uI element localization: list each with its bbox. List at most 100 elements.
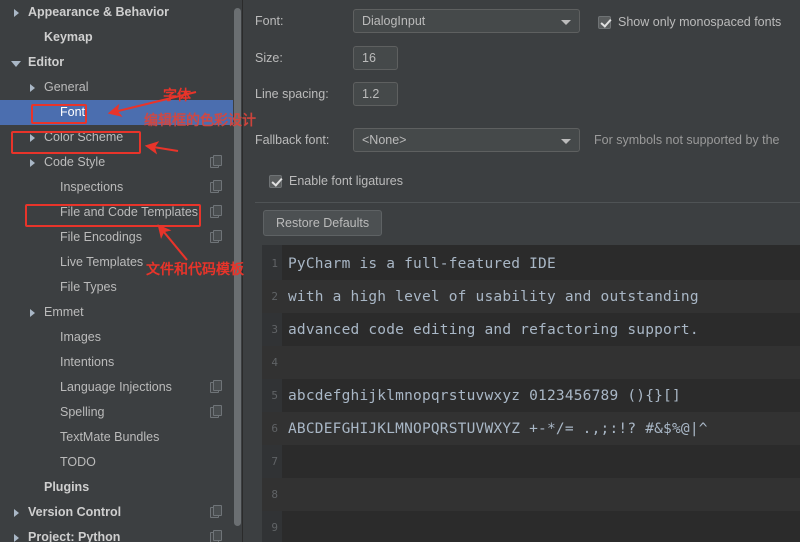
twisty-collapsed[interactable]	[24, 308, 40, 317]
editor-code-line: 1 PyCharm is a full-featured IDE	[262, 247, 800, 280]
chevron-down-icon	[561, 139, 571, 144]
editor-code-line: 7	[262, 445, 800, 478]
fallback-font-combobox-value: <None>	[362, 133, 407, 147]
sidebar-item-label: Version Control	[28, 505, 122, 519]
size-input[interactable]: 16	[353, 46, 398, 70]
sidebar-item-label: Images	[60, 330, 101, 344]
sidebar-item-language-injections[interactable]: Language Injections	[0, 375, 233, 400]
sidebar-item-color-scheme[interactable]: Color Scheme	[0, 125, 233, 150]
show-monospaced-checkbox[interactable]: Show only monospaced fonts	[598, 15, 781, 29]
line-number: 7	[271, 455, 278, 468]
line-number: 3	[271, 323, 278, 336]
chevron-right-icon[interactable]	[29, 308, 35, 317]
sidebar-item-label: Code Style	[44, 155, 106, 169]
sidebar-item-intentions[interactable]: Intentions	[0, 350, 233, 375]
sidebar-item-label: General	[44, 80, 89, 94]
chevron-right-icon[interactable]	[29, 133, 35, 142]
copy-settings-icon[interactable]	[210, 205, 223, 219]
chevron-right-icon[interactable]	[13, 8, 19, 17]
sidebar-item-label: Live Templates	[60, 255, 144, 269]
restore-defaults-button[interactable]: Restore Defaults	[263, 210, 383, 236]
twisty-collapsed[interactable]	[24, 158, 40, 167]
copy-settings-icon[interactable]	[210, 380, 223, 394]
twisty-expanded[interactable]	[8, 60, 24, 67]
line-spacing-input-value: 1.2	[362, 87, 380, 101]
line-spacing-input[interactable]: 1.2	[353, 82, 398, 106]
editor-code-line: 8	[262, 478, 800, 511]
copy-settings-icon[interactable]	[210, 155, 223, 169]
chevron-down-icon[interactable]	[11, 60, 21, 67]
sidebar-item-font[interactable]: Font	[0, 100, 233, 125]
line-text: abcdefghijklmnopqrstuvwxyz 0123456789 ()…	[288, 387, 681, 404]
sidebar-item-label: TextMate Bundles	[60, 430, 160, 444]
copy-settings-icon[interactable]	[210, 530, 223, 542]
sidebar-item-label: Color Scheme	[44, 130, 124, 144]
sidebar-item-label: Appearance & Behavior	[28, 5, 170, 19]
sidebar-item-emmet[interactable]: Emmet	[0, 300, 233, 325]
chevron-right-icon[interactable]	[29, 83, 35, 92]
sidebar-item-file-types[interactable]: File Types	[0, 275, 233, 300]
twisty-collapsed[interactable]	[24, 83, 40, 92]
sidebar-item-plugins[interactable]: Plugins	[0, 475, 233, 500]
font-combobox-value: DialogInput	[362, 14, 426, 28]
sidebar-item-label: Intentions	[60, 355, 115, 369]
sidebar-item-inspections[interactable]: Inspections	[0, 175, 233, 200]
sidebar-item-textmate-bundles[interactable]: TextMate Bundles	[0, 425, 233, 450]
sidebar-item-label: Font	[60, 105, 86, 119]
twisty-collapsed[interactable]	[8, 508, 24, 517]
editor-code-line: 4	[262, 346, 800, 379]
sidebar-item-label: Language Injections	[60, 380, 172, 394]
copy-settings-icon[interactable]	[210, 230, 223, 244]
sidebar-item-version-control[interactable]: Version Control	[0, 500, 233, 525]
chevron-right-icon[interactable]	[13, 508, 19, 517]
font-combobox[interactable]: DialogInput	[353, 9, 580, 33]
sidebar-item-live-templates[interactable]: Live Templates	[0, 250, 233, 275]
sidebar-item-label: File and Code Templates	[60, 205, 199, 219]
fallback-font-combobox[interactable]: <None>	[353, 128, 580, 152]
line-text: ABCDEFGHIJKLMNOPQRSTUVWXYZ +-*/= .,;:!? …	[288, 420, 708, 437]
sidebar-item-spelling[interactable]: Spelling	[0, 400, 233, 425]
editor-code-line: 3 advanced code editing and refactoring s…	[262, 313, 800, 346]
chevron-right-icon[interactable]	[13, 533, 19, 542]
twisty-collapsed[interactable]	[8, 8, 24, 17]
font-label: Font:	[255, 14, 284, 28]
pycharm-settings-window: Appearance & Behavior Keymap Editor General…	[0, 0, 800, 542]
twisty-collapsed[interactable]	[24, 133, 40, 142]
line-number: 6	[271, 422, 278, 435]
copy-settings-icon[interactable]	[210, 180, 223, 194]
sidebar-scrollbar-thumb[interactable]	[234, 8, 241, 526]
copy-settings-icon[interactable]	[210, 505, 223, 519]
sidebar-item-general[interactable]: General	[0, 75, 233, 100]
sidebar-item-label: TODO	[60, 455, 96, 469]
line-number: 8	[271, 488, 278, 501]
line-number: 5	[271, 389, 278, 402]
twisty-collapsed[interactable]	[8, 533, 24, 542]
enable-ligatures-checkbox[interactable]: Enable font ligatures	[269, 174, 403, 188]
line-text: PyCharm is a full-featured IDE	[288, 255, 556, 272]
sidebar-item-todo[interactable]: TODO	[0, 450, 233, 475]
copy-settings-icon[interactable]	[210, 405, 223, 419]
editor-code-line: 6 ABCDEFGHIJKLMNOPQRSTUVWXYZ +-*/= .,;:!?…	[262, 412, 800, 445]
sidebar-item-file-and-code-templates[interactable]: File and Code Templates	[0, 200, 233, 225]
line-text: with a high level of usability and outst…	[288, 288, 699, 305]
chevron-right-icon[interactable]	[29, 158, 35, 167]
editor-code-line: 9	[262, 511, 800, 542]
sidebar-item-appearance-behavior[interactable]: Appearance & Behavior	[0, 0, 233, 25]
restore-defaults-label: Restore Defaults	[276, 216, 370, 230]
checkbox-check-icon[interactable]	[269, 174, 282, 188]
sidebar-item-code-style[interactable]: Code Style	[0, 150, 233, 175]
sidebar-item-keymap[interactable]: Keymap	[0, 25, 233, 50]
font-row: Font: DialogInput	[255, 9, 580, 33]
line-number: 1	[271, 257, 278, 270]
sidebar-item-editor[interactable]: Editor	[0, 50, 233, 75]
sidebar-item-project-python[interactable]: Project: Python	[0, 525, 233, 542]
fallback-font-row: Fallback font: <None> For symbols not su…	[255, 128, 780, 152]
font-preview-editor[interactable]: 1 PyCharm is a full-featured IDE 2 with a h…	[262, 245, 800, 542]
line-text: advanced code editing and refactoring su…	[288, 321, 699, 338]
checkbox-check-icon[interactable]	[598, 15, 611, 29]
sidebar-item-images[interactable]: Images	[0, 325, 233, 350]
editor-code-line: 5 abcdefghijklmnopqrstuvwxyz 0123456789 (…	[262, 379, 800, 412]
settings-tree-sidebar[interactable]: Appearance & Behavior Keymap Editor General…	[0, 0, 233, 542]
fallback-font-hint: For symbols not supported by the	[594, 133, 780, 147]
sidebar-item-file-encodings[interactable]: File Encodings	[0, 225, 233, 250]
